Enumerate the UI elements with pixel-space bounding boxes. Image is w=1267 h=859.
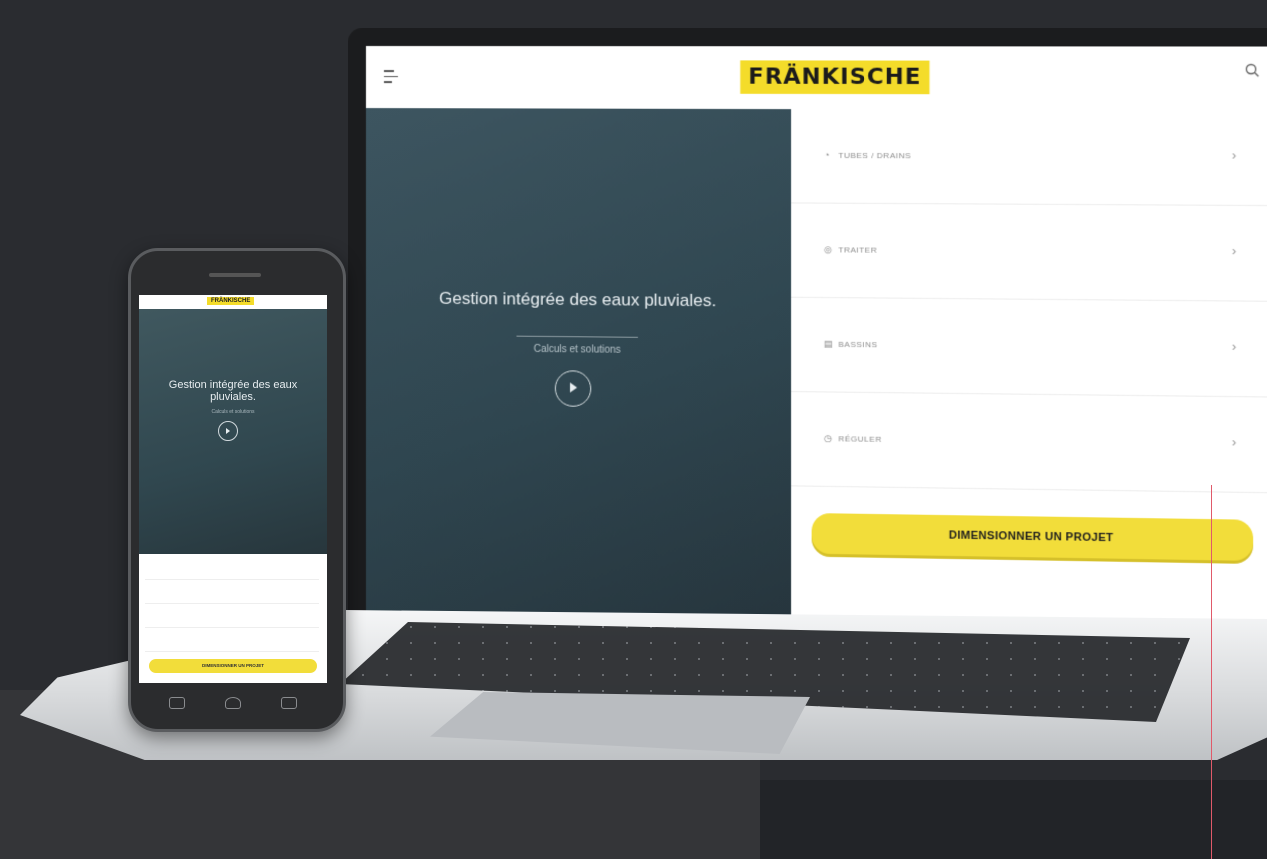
chevron-right-icon: › <box>1231 434 1237 450</box>
search-icon[interactable] <box>1245 63 1260 77</box>
chevron-right-icon: › <box>1231 338 1237 354</box>
phone-hero-subtitle: Calculs et solutions <box>211 409 255 415</box>
phone-menu-item[interactable] <box>145 581 319 604</box>
laptop: FRÄNKISCHE Gestion intégrée des eaux plu… <box>348 28 1267 646</box>
phone-hero-banner: Gestion intégrée des eaux pluviales. Cal… <box>139 309 327 554</box>
menu-item-label: TUBES / DRAINS <box>838 150 912 161</box>
hero-subtitle: Calculs et solutions <box>533 343 621 356</box>
phone-menu-item[interactable] <box>145 557 319 580</box>
menu-item-tubes-drains[interactable]: ◔ TUBES / DRAINS › <box>791 109 1267 207</box>
regulate-icon: ◷ <box>823 433 833 444</box>
chevron-right-icon: › <box>1231 242 1237 259</box>
hamburger-menu-icon[interactable] <box>383 70 398 84</box>
home-icon[interactable] <box>225 697 241 709</box>
treat-icon: ◎ <box>823 244 833 255</box>
smartphone: FRÄNKISCHE Gestion intégrée des eaux plu… <box>128 248 346 732</box>
phone-speaker <box>209 273 261 277</box>
menu-item-label: RÉGULER <box>838 434 882 444</box>
basin-icon: ▤ <box>823 338 833 349</box>
solutions-menu: ◔ TUBES / DRAINS › ◎ TRAITER › ▤ BASSINS… <box>791 109 1267 632</box>
dimension-project-button[interactable]: DIMENSIONNER UN PROJET <box>811 513 1254 561</box>
phone-play-video-button[interactable] <box>218 421 238 441</box>
menu-item-label: BASSINS <box>838 339 878 350</box>
guide-line <box>1211 485 1212 859</box>
phone-menu-item[interactable] <box>145 629 319 652</box>
phone-menu-item[interactable] <box>145 605 319 628</box>
chevron-right-icon: › <box>1231 147 1237 163</box>
hero-title: Gestion intégrée des eaux pluviales. <box>439 288 717 311</box>
hero-divider <box>516 335 638 338</box>
menu-item-bassins[interactable]: ▤ BASSINS › <box>791 297 1267 398</box>
phone-dimension-project-button[interactable]: DIMENSIONNER UN PROJET <box>149 659 317 673</box>
phone-brand-logo[interactable]: FRÄNKISCHE <box>207 297 255 305</box>
menu-item-traiter[interactable]: ◎ TRAITER › <box>791 203 1267 302</box>
phone-nav-bar <box>151 697 323 711</box>
phone-site-header: FRÄNKISCHE <box>139 295 327 309</box>
recent-apps-icon[interactable] <box>281 697 297 709</box>
menu-item-reguler[interactable]: ◷ RÉGULER › <box>791 392 1267 494</box>
hero-banner: Gestion intégrée des eaux pluviales. Cal… <box>365 108 792 623</box>
phone-screen: FRÄNKISCHE Gestion intégrée des eaux plu… <box>139 295 327 683</box>
play-video-button[interactable] <box>554 370 592 407</box>
laptop-screen: FRÄNKISCHE Gestion intégrée des eaux plu… <box>365 46 1267 632</box>
back-icon[interactable] <box>169 697 185 709</box>
menu-item-label: TRAITER <box>838 245 878 255</box>
site-header: FRÄNKISCHE <box>365 46 1267 112</box>
background-corner <box>760 780 1267 859</box>
phone-hero-title: Gestion intégrée des eaux pluviales. <box>168 379 298 403</box>
tube-icon: ◔ <box>823 149 830 160</box>
brand-logo[interactable]: FRÄNKISCHE <box>740 60 930 95</box>
